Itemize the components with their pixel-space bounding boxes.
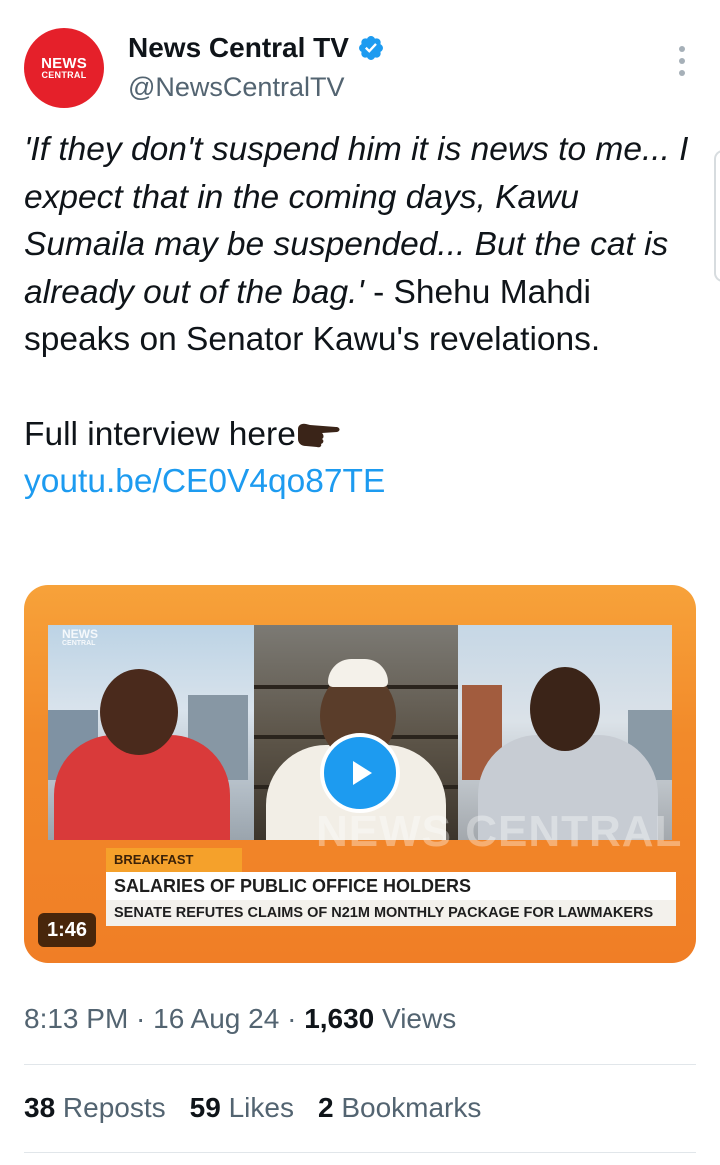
video-frame-host: NEWS CENTRAL	[48, 625, 254, 840]
avatar-line2: CENTRAL	[41, 69, 87, 80]
reposts-stat[interactable]: 38 Reposts	[24, 1092, 166, 1124]
video-duration: 1:46	[38, 913, 97, 947]
headline: SALARIES OF PUBLIC OFFICE HOLDERS	[106, 872, 676, 900]
tweet-text: 'If they don't suspend him it is news to…	[24, 126, 696, 506]
bookmarks-label: Bookmarks	[333, 1092, 482, 1123]
reposts-count: 38	[24, 1092, 56, 1123]
views-label: Views	[374, 1003, 457, 1034]
reposts-label: Reposts	[55, 1092, 166, 1123]
divider	[24, 1152, 696, 1153]
edge-handle	[714, 150, 720, 282]
avatar[interactable]: NEWS CENTRAL	[24, 28, 104, 108]
bookmarks-stat[interactable]: 2 Bookmarks	[318, 1092, 481, 1124]
likes-stat[interactable]: 59 Likes	[190, 1092, 294, 1124]
pointing-right-emoji-icon	[297, 423, 340, 447]
tweet-meta: 8:13 PM · 16 Aug 24 · 1,630 Views	[24, 1003, 456, 1035]
interview-link[interactable]: youtu.be/CE0V4qo87TE	[24, 463, 385, 500]
likes-label: Likes	[220, 1092, 294, 1123]
subheadline: SENATE REFUTES CLAIMS OF N21M MONTHLY PA…	[106, 900, 676, 926]
channel-logo: NEWS CENTRAL	[62, 628, 98, 649]
channel-logo-line2: CENTRAL	[62, 640, 96, 647]
divider	[24, 1064, 696, 1065]
interview-prefix: Full interview here	[24, 415, 296, 453]
tweet-header: NEWS CENTRAL News Central TV @NewsCentra…	[24, 28, 704, 108]
name-row: News Central TV	[128, 32, 385, 64]
tweet-date[interactable]: 16 Aug 24	[153, 1003, 279, 1034]
avatar-line1: NEWS	[41, 54, 87, 72]
views-count: 1,630	[304, 1003, 375, 1034]
more-vertical-icon[interactable]	[676, 46, 688, 76]
show-tag: BREAKFAST CENTRAL	[106, 848, 242, 891]
play-icon[interactable]	[320, 733, 400, 813]
meta-separator: ·	[279, 1003, 305, 1034]
video-media[interactable]: NEWS CENTRAL NEWS CENTRAL BREAKFAST CENT…	[24, 585, 696, 963]
watermark: NEWS CENTRAL	[316, 807, 683, 856]
display-name[interactable]: News Central TV	[128, 32, 349, 64]
bookmarks-count: 2	[317, 1092, 334, 1123]
verified-badge-icon	[358, 36, 383, 60]
likes-count: 59	[189, 1092, 221, 1123]
tweet-time[interactable]: 8:13 PM	[24, 1003, 128, 1034]
handle[interactable]: @NewsCentralTV	[128, 72, 344, 103]
meta-separator: ·	[128, 1003, 154, 1034]
engagement-stats: 38 Reposts 59 Likes 2 Bookmarks	[24, 1092, 481, 1124]
